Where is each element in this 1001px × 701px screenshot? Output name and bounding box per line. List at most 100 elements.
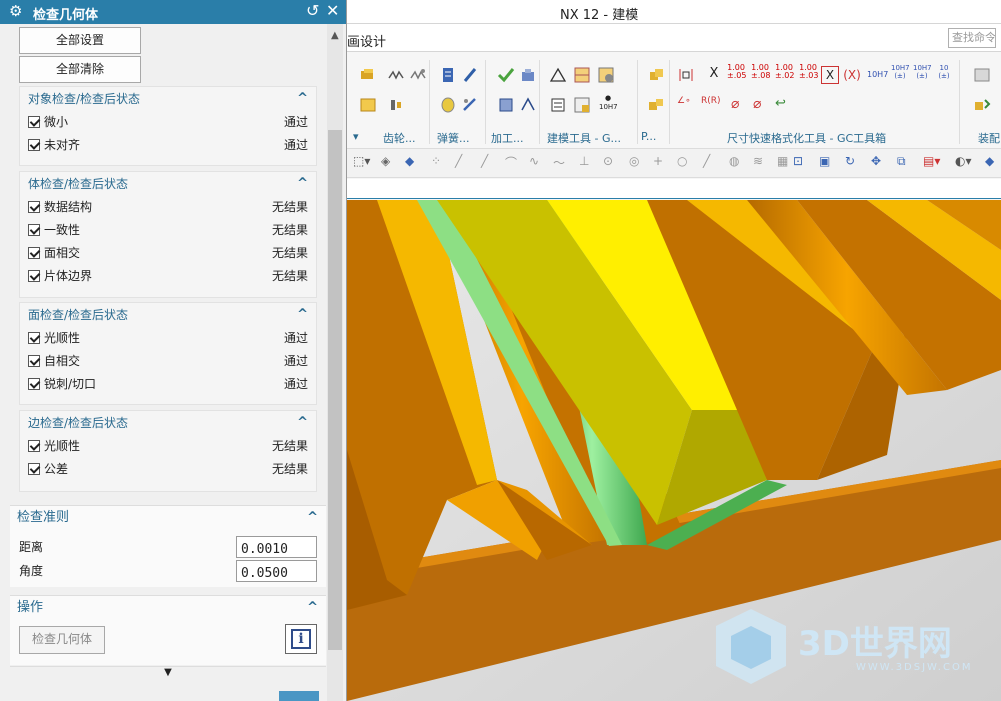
group-label-assembly[interactable]: 装配 xyxy=(978,130,1000,146)
grid-tool-icon[interactable] xyxy=(573,96,591,114)
pan-icon[interactable]: ✥ xyxy=(871,154,889,172)
group-label-dimension[interactable]: 尺寸快速格式化工具 - GC工具箱 xyxy=(727,130,886,146)
diameter-icon[interactable]: ⌀ xyxy=(731,96,749,114)
group-label-p[interactable]: P... xyxy=(641,130,656,143)
collapse-caret-icon[interactable]: ^ xyxy=(297,303,308,327)
checkbox[interactable] xyxy=(28,463,40,475)
wrench-tool-icon[interactable] xyxy=(461,96,479,114)
group-header[interactable]: 体检查/检查后状态 ^ xyxy=(20,172,316,196)
spring-tool-2-icon[interactable] xyxy=(409,66,427,84)
view-cube-icon[interactable]: ◈ xyxy=(381,154,399,172)
section-header[interactable]: 操作 ^ xyxy=(10,596,326,620)
fit-10h7-c-icon[interactable]: 10H7 (±) xyxy=(913,64,932,82)
group-header[interactable]: 对象检查/检查后状态 ^ xyxy=(20,87,316,111)
close-icon[interactable]: ✕ xyxy=(326,1,339,20)
fit-tool-icon[interactable]: ● 10H7 xyxy=(599,94,618,112)
fit-10-icon[interactable]: 10 (±) xyxy=(935,64,953,82)
render-style-icon[interactable]: ▤▾ xyxy=(923,154,941,172)
radius-dim-icon[interactable]: R(R) xyxy=(701,96,721,114)
checkbox[interactable] xyxy=(28,440,40,452)
line-snap-icon[interactable]: ╱ xyxy=(455,154,473,172)
spring-tool-3-icon[interactable] xyxy=(387,96,405,114)
info-button[interactable]: i xyxy=(285,624,317,654)
diameter-2-icon[interactable]: ⌀ xyxy=(753,96,771,114)
point-cloud-icon[interactable]: ⁘ xyxy=(431,154,449,172)
dimension-tool-icon[interactable] xyxy=(677,66,695,84)
set-all-button[interactable]: 全部设置 xyxy=(19,27,141,54)
checkbox[interactable] xyxy=(28,332,40,344)
perpendicular-icon[interactable]: ⊥ xyxy=(579,154,597,172)
boxed-x-icon[interactable]: X xyxy=(821,66,839,84)
scroll-thumb[interactable] xyxy=(328,130,342,650)
modeling-tool-icon[interactable] xyxy=(519,66,537,84)
group-label-modeling[interactable]: 建模工具 - G... xyxy=(547,130,621,146)
checkbox[interactable] xyxy=(28,224,40,236)
face-tool-icon[interactable] xyxy=(497,96,515,114)
gear-tool-icon[interactable] xyxy=(359,66,377,84)
cylinder-tool-icon[interactable] xyxy=(439,96,457,114)
checkbox[interactable] xyxy=(28,116,40,128)
triangle-icon[interactable] xyxy=(549,66,567,84)
command-search-input[interactable]: 查找命令 xyxy=(948,28,996,48)
quadrant-snap-icon[interactable]: ○ xyxy=(677,154,695,172)
group-label-spring[interactable]: 弹簧... xyxy=(437,130,470,146)
tolerance-c-icon[interactable]: 1.00 ±.02 xyxy=(775,64,794,82)
tolerance-b-icon[interactable]: 1.00 ±.08 xyxy=(751,64,770,82)
dim-x-icon[interactable]: X xyxy=(705,66,723,84)
pen-tool-icon[interactable] xyxy=(461,66,479,84)
undo-arrow-icon[interactable]: ↩ xyxy=(775,96,793,114)
checkbox[interactable] xyxy=(28,355,40,367)
group-label-gear[interactable]: 齿轮... xyxy=(383,130,416,146)
center-snap-icon[interactable]: ◎ xyxy=(629,154,647,172)
assembly-cube-2-icon[interactable] xyxy=(647,96,665,114)
solid-cube-icon[interactable]: ◆ xyxy=(405,154,423,172)
checkbox[interactable] xyxy=(28,270,40,282)
more-view-icon[interactable]: ◆ xyxy=(985,154,1001,172)
table-tool-icon[interactable] xyxy=(549,96,567,114)
section-header[interactable]: 检查准则 ^ xyxy=(10,506,326,530)
rotate-icon[interactable]: ↻ xyxy=(845,154,863,172)
group-label-arrow[interactable]: ▾ xyxy=(353,130,359,143)
spline-snap-icon[interactable]: ∿ xyxy=(529,154,547,172)
plus-snap-icon[interactable]: + xyxy=(653,154,671,172)
ok-button[interactable] xyxy=(279,691,319,701)
collapse-caret-icon[interactable]: ^ xyxy=(307,506,318,530)
collapse-caret-icon[interactable]: ^ xyxy=(297,411,308,435)
wave-snap-icon[interactable]: 〜 xyxy=(553,154,571,172)
zoom-fit-icon[interactable]: ⊡ xyxy=(793,154,811,172)
grid-cut-icon[interactable] xyxy=(573,66,591,84)
group-label-machining[interactable]: 加工... xyxy=(491,130,524,146)
gear-tool-2-icon[interactable] xyxy=(359,96,377,114)
fit-10h7-b-icon[interactable]: 10H7 (±) xyxy=(891,64,910,82)
collapse-caret-icon[interactable]: ^ xyxy=(307,596,318,620)
line-snap-2-icon[interactable]: ╱ xyxy=(481,154,499,172)
assembly-cube-icon[interactable] xyxy=(647,66,665,84)
group-header[interactable]: 面检查/检查后状态 ^ xyxy=(20,303,316,327)
shading-icon[interactable]: ◐▾ xyxy=(955,154,973,172)
tab-drawing[interactable]: 画设计 xyxy=(347,31,386,50)
collapse-caret-icon[interactable]: ^ xyxy=(297,87,308,111)
clear-all-button[interactable]: 全部清除 xyxy=(19,56,141,83)
reset-icon[interactable]: ↺ xyxy=(306,1,319,20)
checkbox[interactable] xyxy=(28,378,40,390)
check-mark-icon[interactable] xyxy=(497,66,515,84)
distance-field[interactable]: 0.0010 xyxy=(236,536,317,558)
assembly-tool-icon[interactable] xyxy=(973,66,991,84)
angle-field[interactable]: 0.0500 xyxy=(236,560,317,582)
edge-tool-icon[interactable] xyxy=(519,96,537,114)
checkbox[interactable] xyxy=(28,247,40,259)
scroll-up-icon[interactable]: ▲ xyxy=(331,30,339,41)
curve-snap-icon[interactable]: ⌒ xyxy=(505,154,523,172)
check-geometry-button[interactable]: 检查几何体 xyxy=(19,626,105,654)
layers-snap-icon[interactable]: ≋ xyxy=(753,154,771,172)
checkbox[interactable] xyxy=(28,139,40,151)
select-box-icon[interactable]: ⬚▾ xyxy=(353,154,371,172)
checkbox[interactable] xyxy=(28,201,40,213)
face-snap-icon[interactable]: ◍ xyxy=(729,154,747,172)
assembly-tool-2-icon[interactable] xyxy=(973,96,991,114)
grid-gear-icon[interactable] xyxy=(597,66,615,84)
fit-10h7-icon[interactable]: 10H7 xyxy=(867,66,888,84)
view-orient-icon[interactable]: ⧉ xyxy=(897,154,915,172)
tolerance-a-icon[interactable]: 1.00 ±.05 xyxy=(727,64,746,82)
dialog-scrollbar[interactable]: ▲ xyxy=(327,24,343,701)
